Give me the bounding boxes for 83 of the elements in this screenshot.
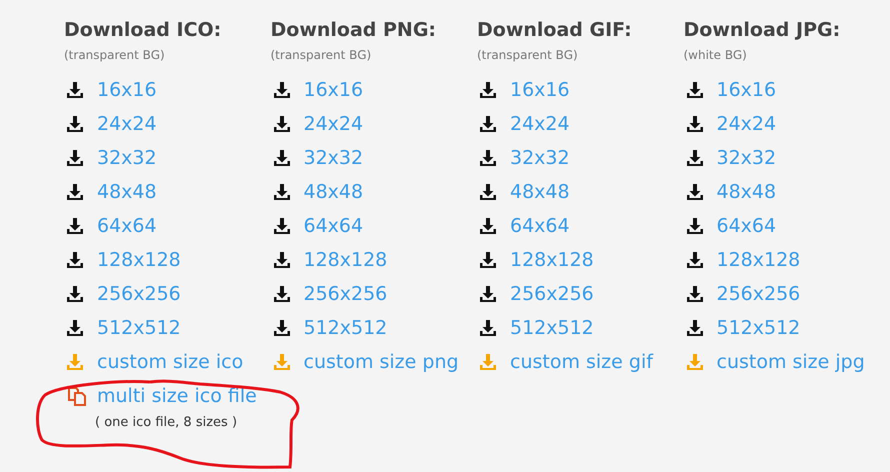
download-link[interactable]: 32x32 [97, 147, 157, 169]
download-icon [686, 285, 704, 303]
download-icon [66, 183, 84, 201]
download-icon [686, 115, 704, 133]
column-heading: Download ICO: [64, 18, 222, 43]
download-link[interactable]: 48x48 [716, 181, 776, 203]
download-link[interactable]: 32x32 [304, 147, 364, 169]
download-icon [479, 217, 497, 235]
download-link[interactable]: 48x48 [510, 181, 570, 203]
download-link[interactable]: 24x24 [510, 113, 570, 135]
download-icon [686, 217, 704, 235]
download-icon [272, 183, 290, 201]
download-icon [686, 149, 704, 167]
download-link[interactable]: 16x16 [716, 79, 776, 101]
download-icon [479, 81, 497, 99]
download-link[interactable]: 256x256 [97, 283, 181, 305]
download-link[interactable]: 16x16 [97, 79, 157, 101]
download-link[interactable]: 64x64 [97, 215, 157, 237]
download-link[interactable]: 128x128 [510, 249, 594, 271]
download-link[interactable]: 128x128 [304, 249, 388, 271]
download-icon [66, 251, 84, 269]
download-icon [686, 251, 704, 269]
download-icon [272, 115, 290, 133]
column-heading: Download GIF: [477, 18, 633, 43]
download-icon [272, 217, 290, 235]
download-icon [479, 353, 497, 371]
download-link[interactable]: 256x256 [510, 283, 594, 305]
download-icon [686, 183, 704, 201]
download-link[interactable]: custom size ico [97, 351, 244, 373]
download-link[interactable]: 512x512 [510, 317, 594, 339]
download-icon [479, 183, 497, 201]
download-icon [686, 353, 704, 371]
column-heading: Download PNG: [270, 18, 438, 43]
download-icon [272, 285, 290, 303]
download-link[interactable]: 256x256 [304, 283, 388, 305]
download-link[interactable]: multi size ico file [97, 385, 257, 407]
download-link[interactable]: 256x256 [716, 283, 800, 305]
download-link[interactable]: 32x32 [510, 147, 570, 169]
download-link[interactable]: custom size jpg [716, 351, 865, 373]
download-icon [686, 319, 704, 337]
download-link[interactable]: custom size png [304, 351, 459, 373]
download-icon [479, 115, 497, 133]
download-icon [272, 353, 290, 371]
download-link[interactable]: 48x48 [304, 181, 364, 203]
download-link[interactable]: 24x24 [304, 113, 364, 135]
download-icon [66, 81, 84, 99]
background-note: (white BG) [684, 47, 748, 64]
background-note: (transparent BG) [270, 47, 372, 64]
download-link[interactable]: 16x16 [510, 79, 570, 101]
download-link[interactable]: 32x32 [716, 147, 776, 169]
download-icon [479, 319, 497, 337]
download-link[interactable]: 16x16 [304, 79, 364, 101]
multi-size-note: ( one ico file, 8 sizes ) [95, 414, 238, 432]
download-icon [479, 251, 497, 269]
download-icon [272, 81, 290, 99]
download-link[interactable]: 24x24 [716, 113, 776, 135]
download-link[interactable]: custom size gif [510, 351, 653, 373]
download-link[interactable]: 128x128 [716, 249, 800, 271]
download-link[interactable]: 24x24 [97, 113, 157, 135]
download-icon [66, 115, 84, 133]
download-icon [66, 217, 84, 235]
download-icon [272, 251, 290, 269]
download-icon [66, 353, 84, 371]
download-link[interactable]: 512x512 [304, 317, 388, 339]
download-link[interactable]: 64x64 [716, 215, 776, 237]
download-icon [686, 81, 704, 99]
download-link[interactable]: 512x512 [716, 317, 800, 339]
column-heading: Download JPG: [684, 18, 842, 43]
download-icon [272, 319, 290, 337]
download-icon [479, 285, 497, 303]
download-icon [479, 149, 497, 167]
download-icon [66, 319, 84, 337]
copy-icon [66, 385, 88, 407]
background-note: (transparent BG) [477, 47, 579, 64]
download-link[interactable]: 64x64 [304, 215, 364, 237]
download-link[interactable]: 48x48 [97, 181, 157, 203]
download-icon [66, 149, 84, 167]
download-icon [66, 285, 84, 303]
download-link[interactable]: 512x512 [97, 317, 181, 339]
download-link[interactable]: 64x64 [510, 215, 570, 237]
background-note: (transparent BG) [64, 47, 166, 64]
download-link[interactable]: 128x128 [97, 249, 181, 271]
download-icon [272, 149, 290, 167]
